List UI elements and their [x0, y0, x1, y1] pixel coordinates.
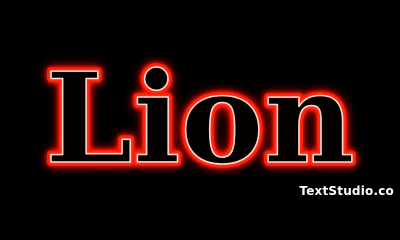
watermark-label: TextStudio.co [299, 184, 394, 198]
neon-text-svg: Lion Lion Lion [41, 42, 359, 196]
neon-core-layer: Lion [45, 46, 355, 192]
canvas-background: Lion Lion Lion TextStudio.co [0, 0, 400, 202]
neon-text-graphic: Lion Lion Lion [0, 0, 400, 202]
